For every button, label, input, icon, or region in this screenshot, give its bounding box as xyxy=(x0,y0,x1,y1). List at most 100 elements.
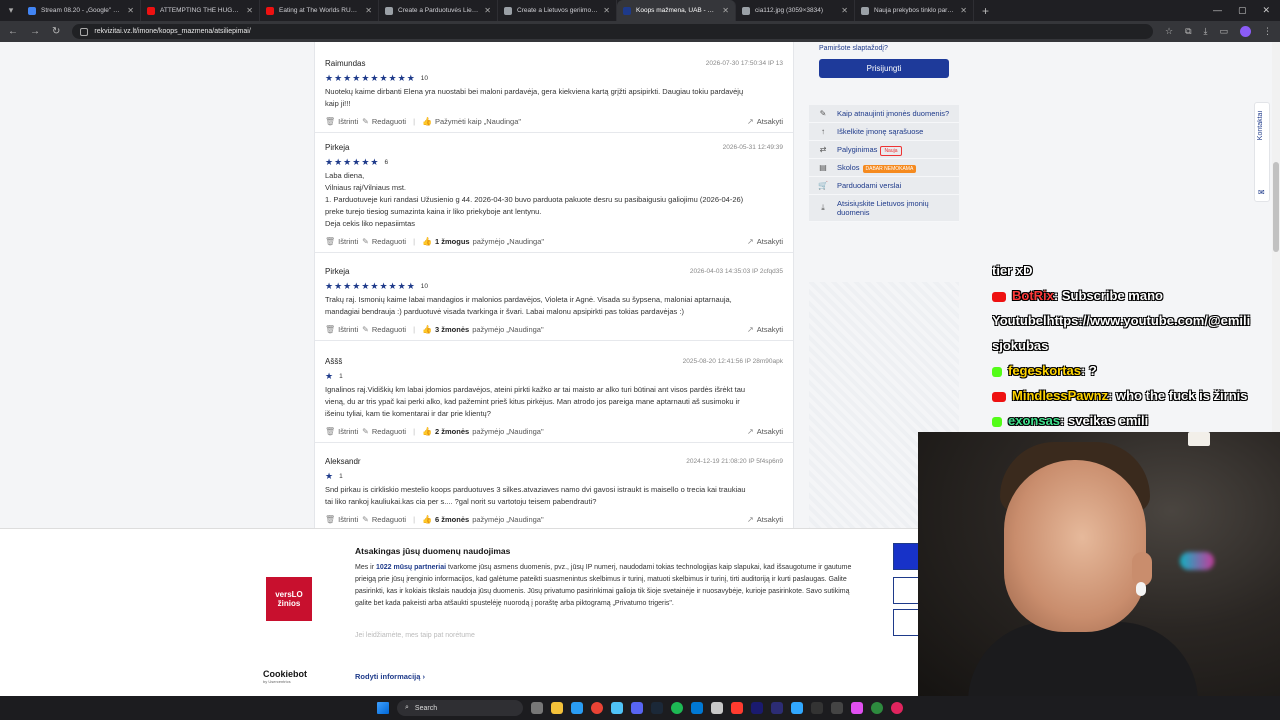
star-icon: ★ xyxy=(352,156,361,167)
mark-helpful-button[interactable]: 👍 2 žmonės pažymėjo „Naudinga" xyxy=(422,427,544,436)
cookie-allow-all-button[interactable] xyxy=(893,543,918,570)
partners-link[interactable]: 1022 mūsų partneriai xyxy=(376,564,446,571)
edit-label: Redaguoti xyxy=(371,514,407,524)
delete-button[interactable]: 🗑 Ištrinti xyxy=(325,325,358,334)
sidebar-menu-item[interactable]: 🛒 Parduodami verslai xyxy=(809,177,959,195)
reload-icon[interactable]: ↻ xyxy=(52,26,60,37)
toolbar-right: ☆ ⧉ ⤓ ▭ ⋮ xyxy=(1165,26,1272,37)
calendar-icon[interactable] xyxy=(711,702,723,714)
bookmark-star-icon[interactable]: ☆ xyxy=(1165,26,1173,37)
mark-helpful-button[interactable]: 👍 Pažymėti kaip „Naudinga" xyxy=(422,117,521,126)
browser-tab[interactable]: Create a Lietuvos geriimo Tier Li ✕ xyxy=(498,0,617,21)
cookie-customize-button[interactable] xyxy=(893,577,918,604)
browser-tab[interactable]: Koops mažmena, UAB - atsilie ✕ xyxy=(617,0,736,21)
edit-button[interactable]: ✎ Redaguoti xyxy=(362,117,406,126)
store-icon[interactable] xyxy=(691,702,703,714)
sidebar-menu-item[interactable]: ⇄ Palyginimas Nauja xyxy=(809,141,959,159)
chrome-dev-icon[interactable] xyxy=(611,702,623,714)
delete-button[interactable]: 🗑 Ištrinti xyxy=(325,427,358,436)
browser-tab[interactable]: Eating at The Worlds RUDEST R ✕ xyxy=(260,0,379,21)
tab-search-icon[interactable]: ▾ xyxy=(0,0,22,21)
tab-close-icon[interactable]: ✕ xyxy=(841,6,848,15)
tab-close-icon[interactable]: ✕ xyxy=(246,6,253,15)
cookie-deny-button[interactable] xyxy=(893,609,918,636)
browser-tab[interactable]: cia112.jpg (3059×3834) ✕ xyxy=(736,0,855,21)
forward-icon[interactable]: → xyxy=(30,26,40,37)
show-details-link[interactable]: Rodyti informaciją › xyxy=(355,672,425,681)
cart-icon: 🛒 xyxy=(818,181,828,190)
edit-button[interactable]: ✎ Redaguoti xyxy=(362,325,406,334)
capcut-icon[interactable] xyxy=(831,702,843,714)
tab-close-icon[interactable]: ✕ xyxy=(960,6,967,15)
login-button[interactable]: Prisijungti xyxy=(819,59,949,78)
sidepanel-icon[interactable]: ▭ xyxy=(1219,26,1228,37)
sidebar-menu-item[interactable]: ✎ Kaip atnaujinti įmonės duomenis? xyxy=(809,105,959,123)
sidebar-menu-item[interactable]: ▤ Skolos DABAR NEMOKAMA xyxy=(809,159,959,177)
review-rating: ★ 1 xyxy=(325,370,783,382)
review-actions: 🗑 Ištrinti ✎ Redaguoti | 👍 2 žmonės pažymėjo „N… xyxy=(325,420,783,442)
browser-tab[interactable]: Nauja prekybos tinklo parduot ✕ xyxy=(855,0,974,21)
mark-helpful-button[interactable]: 👍 1 žmogus pažymėjo „Naudinga" xyxy=(422,237,544,246)
extensions-icon[interactable]: ⧉ xyxy=(1185,26,1191,37)
reply-button[interactable]: ↗ Atsakyti xyxy=(747,117,783,126)
delete-button[interactable]: 🗑 Ištrinti xyxy=(325,515,358,524)
tab-close-icon[interactable]: ✕ xyxy=(484,6,491,15)
reply-button[interactable]: ↗ Atsakyti xyxy=(747,325,783,334)
browser-tab[interactable]: ATTEMPTING THE HUGE EATIN ✕ xyxy=(141,0,260,21)
discord-icon[interactable] xyxy=(631,702,643,714)
download-icon[interactable]: ⤓ xyxy=(1204,26,1208,37)
browser-menu-icon[interactable]: ⋮ xyxy=(1263,26,1272,37)
tab-title: cia112.jpg (3059×3834) xyxy=(755,7,824,14)
start-icon[interactable] xyxy=(377,702,389,714)
minimize-icon[interactable]: — xyxy=(1213,5,1222,16)
edge-icon[interactable] xyxy=(571,702,583,714)
edit-button[interactable]: ✎ Redaguoti xyxy=(362,237,406,246)
tab-close-icon[interactable]: ✕ xyxy=(722,6,729,15)
maximize-icon[interactable]: ▢ xyxy=(1238,5,1247,16)
browser-tab[interactable]: Create a Parduotuvės Lietuvoje ✕ xyxy=(379,0,498,21)
profile-avatar[interactable] xyxy=(1240,26,1251,37)
after-effects-icon[interactable] xyxy=(751,702,763,714)
site-info-icon[interactable] xyxy=(80,27,89,36)
taskbar-search[interactable]: ⌕ Search xyxy=(397,700,523,716)
scrollbar-thumb[interactable] xyxy=(1273,162,1279,252)
mark-helpful-button[interactable]: 👍 3 žmonės pažymėjo „Naudinga" xyxy=(422,325,544,334)
mark-helpful-button[interactable]: 👍 6 žmonės pažymėjo „Naudinga" xyxy=(422,515,544,524)
tab-close-icon[interactable]: ✕ xyxy=(365,6,372,15)
chrome-icon[interactable] xyxy=(591,702,603,714)
back-icon[interactable]: ← xyxy=(8,26,18,37)
helpful-label: pažymėjo „Naudinga" xyxy=(472,324,544,334)
edit-button[interactable]: ✎ Redaguoti xyxy=(362,427,406,436)
sidebar-menu-label: Skolos DABAR NEMOKAMA xyxy=(837,163,917,173)
sidebar-menu-item[interactable]: ↑ Iškelkite įmonę sąrašuose xyxy=(809,123,959,141)
task-view-icon[interactable] xyxy=(531,702,543,714)
obs-icon[interactable] xyxy=(811,702,823,714)
reply-button[interactable]: ↗ Atsakyti xyxy=(747,427,783,436)
delete-button[interactable]: 🗑 Ištrinti xyxy=(325,117,358,126)
close-window-icon[interactable]: ✕ xyxy=(1262,5,1270,16)
record-icon[interactable] xyxy=(891,702,903,714)
reply-button[interactable]: ↗ Atsakyti xyxy=(747,237,783,246)
tab-close-icon[interactable]: ✕ xyxy=(603,6,610,15)
spotify-icon[interactable] xyxy=(671,702,683,714)
illustrator-icon[interactable] xyxy=(731,702,743,714)
address-bar[interactable]: rekvizitai.vz.lt/imone/koops_mazmena/ats… xyxy=(72,24,1153,39)
edit-button[interactable]: ✎ Redaguoti xyxy=(362,515,406,524)
paint-icon[interactable] xyxy=(851,702,863,714)
sidebar-menu-text: Iškelkite įmonę sąrašuose xyxy=(837,127,924,136)
star-icon: ★ xyxy=(361,156,370,167)
premiere-icon[interactable] xyxy=(771,702,783,714)
contacts-tab[interactable]: Kontaktai ✉ xyxy=(1254,102,1270,202)
sidebar-menu-item[interactable]: ⤓ Atsisiųskite Lietuvos įmonių duomenis xyxy=(809,195,959,222)
forgot-password-link[interactable]: Pamiršote slaptažodį? xyxy=(819,45,959,52)
photoshop-icon[interactable] xyxy=(791,702,803,714)
reply-button[interactable]: ↗ Atsakyti xyxy=(747,515,783,524)
file-explorer-icon[interactable] xyxy=(551,702,563,714)
browser-tab[interactable]: Stream 08.20 - „Google" dokum ✕ xyxy=(22,0,141,21)
tab-close-icon[interactable]: ✕ xyxy=(127,6,134,15)
chat-message: Youtubelhttps://www.youtube.com/@emili xyxy=(992,308,1272,333)
steam-icon[interactable] xyxy=(651,702,663,714)
new-tab-button[interactable]: + xyxy=(974,4,997,18)
delete-button[interactable]: 🗑 Ištrinti xyxy=(325,237,358,246)
app-icon[interactable] xyxy=(871,702,883,714)
